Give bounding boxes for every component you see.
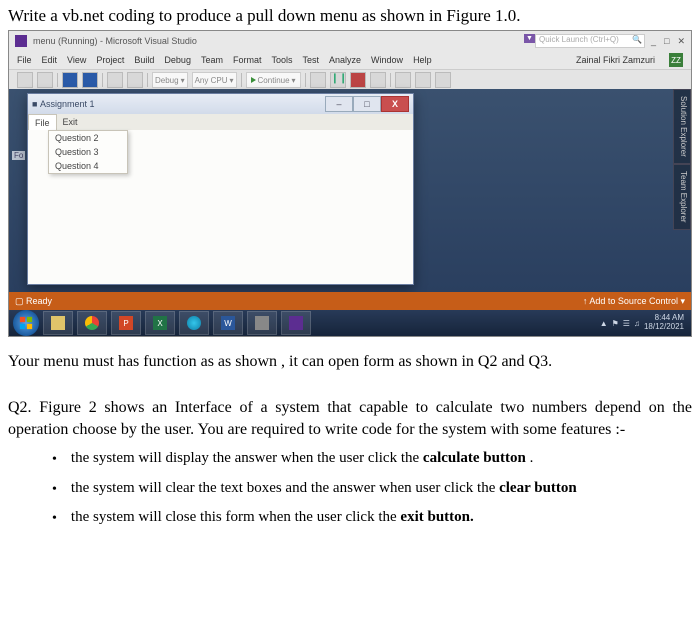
windows-taskbar: P X W ▲ ⚑ ☰ ♫ 8:44 AM 18/12/2021 xyxy=(9,310,691,336)
vs-title-bar: menu (Running) - Microsoft Visual Studio… xyxy=(9,31,691,51)
undo-icon[interactable] xyxy=(107,72,123,88)
close-icon[interactable]: ✕ xyxy=(677,36,685,47)
menu-file[interactable]: File xyxy=(17,55,32,65)
form-menu-file[interactable]: File xyxy=(28,114,57,131)
menu-view[interactable]: View xyxy=(67,55,86,65)
question-title: Write a vb.net coding to produce a pull … xyxy=(8,6,692,26)
form-maximize-icon[interactable]: □ xyxy=(353,96,381,112)
taskbar-app-edge[interactable] xyxy=(179,311,209,335)
bullet-icon: • xyxy=(52,480,57,500)
feature-item-1: • the system will display the answer whe… xyxy=(8,450,692,470)
tray-flag-icon[interactable]: ⚑ xyxy=(612,319,619,328)
vs-client-area: Fo ■ Assignment 1 – □ X File Exit Questi… xyxy=(9,89,691,292)
maximize-icon[interactable]: □ xyxy=(664,36,669,46)
taskbar-app-powerpoint[interactable]: P xyxy=(111,311,141,335)
feature-item-3: • the system will close this form when t… xyxy=(8,509,692,529)
taskbar-app-vs[interactable] xyxy=(281,311,311,335)
taskbar-clock[interactable]: 8:44 AM 18/12/2021 xyxy=(644,314,687,332)
dropdown-question2[interactable]: Question 2 xyxy=(49,131,127,145)
platform-dropdown[interactable]: Any CPU▾ xyxy=(192,72,237,88)
restart-icon[interactable] xyxy=(370,72,386,88)
vs-side-tab-well: Solution Explorer Team Explorer xyxy=(673,89,691,292)
feature-list: • the system will display the answer whe… xyxy=(8,450,692,529)
vs-menu-bar: File Edit View Project Build Debug Team … xyxy=(9,51,691,69)
form-menu-strip: File Exit xyxy=(28,114,413,131)
vs-status-bar: ▢ Ready ↑ Add to Source Control ▾ xyxy=(9,292,691,310)
form-menu-exit[interactable]: Exit xyxy=(57,114,84,130)
form-tag: Fo xyxy=(12,151,25,160)
menu-team[interactable]: Team xyxy=(201,55,223,65)
tray-volume-icon[interactable]: ♫ xyxy=(634,319,640,328)
taskbar-app-excel[interactable]: X xyxy=(145,311,175,335)
system-tray[interactable]: ▲ ⚑ ☰ ♫ xyxy=(600,319,640,328)
step-icon[interactable] xyxy=(310,72,326,88)
vs-toolbar: Debug▾ Any CPU▾ Continue▾ ❙❙ xyxy=(9,69,691,91)
vs-window-title: menu (Running) - Microsoft Visual Studio xyxy=(33,36,197,46)
user-badge[interactable]: ZZ xyxy=(669,53,683,67)
tray-chevron-icon[interactable]: ▲ xyxy=(600,319,608,328)
taskbar-app-explorer[interactable] xyxy=(43,311,73,335)
dropdown-question4[interactable]: Question 4 xyxy=(49,159,127,173)
taskbar-app-chrome[interactable] xyxy=(77,311,107,335)
instruction-line: Your menu must has function as as shown … xyxy=(8,353,692,371)
form-title-bar[interactable]: ■ Assignment 1 – □ X xyxy=(28,94,413,114)
pause-icon[interactable]: ❙❙ xyxy=(330,72,346,88)
nav-back-icon[interactable] xyxy=(17,72,33,88)
step-out-icon[interactable] xyxy=(435,72,451,88)
q2-paragraph: Q2. Figure 2 shows an Interface of a sys… xyxy=(8,397,692,440)
running-form-window: ■ Assignment 1 – □ X File Exit Question … xyxy=(27,93,414,285)
save-all-icon[interactable] xyxy=(82,72,98,88)
status-add-source[interactable]: ↑ Add to Source Control ▾ xyxy=(583,296,685,307)
play-icon xyxy=(251,77,256,83)
menu-build[interactable]: Build xyxy=(134,55,154,65)
quick-launch-placeholder: Quick Launch (Ctrl+Q) xyxy=(539,35,619,44)
solution-explorer-tab[interactable]: Solution Explorer xyxy=(673,89,691,164)
config-dropdown[interactable]: Debug▾ xyxy=(152,72,188,88)
clock-date: 18/12/2021 xyxy=(644,323,684,332)
menu-debug[interactable]: Debug xyxy=(164,55,191,65)
form-title-text: Assignment 1 xyxy=(40,99,95,109)
bullet-icon: • xyxy=(52,450,57,470)
step-over-icon[interactable] xyxy=(415,72,431,88)
start-button[interactable] xyxy=(13,310,39,336)
user-name[interactable]: Zainal Fikri Zamzuri xyxy=(576,55,655,65)
menu-window[interactable]: Window xyxy=(371,55,403,65)
taskbar-app-unknown[interactable] xyxy=(247,311,277,335)
feature-item-2: • the system will clear the text boxes a… xyxy=(8,480,692,500)
menu-project[interactable]: Project xyxy=(96,55,124,65)
search-icon: 🔍 xyxy=(632,35,642,44)
vs-logo-icon xyxy=(15,35,27,47)
stop-icon[interactable] xyxy=(350,72,366,88)
step-into-icon[interactable] xyxy=(395,72,411,88)
menu-help[interactable]: Help xyxy=(413,55,432,65)
continue-button[interactable]: Continue▾ xyxy=(246,72,301,88)
form-icon: ■ xyxy=(32,99,37,109)
save-icon[interactable] xyxy=(62,72,78,88)
dropdown-question3[interactable]: Question 3 xyxy=(49,145,127,159)
menu-edit[interactable]: Edit xyxy=(42,55,58,65)
form-close-icon[interactable]: X xyxy=(381,96,409,112)
menu-format[interactable]: Format xyxy=(233,55,262,65)
status-debug-icon: ▢ xyxy=(15,296,24,307)
team-explorer-tab[interactable]: Team Explorer xyxy=(673,164,691,230)
menu-test[interactable]: Test xyxy=(303,55,320,65)
menu-tools[interactable]: Tools xyxy=(271,55,292,65)
tray-network-icon[interactable]: ☰ xyxy=(623,319,630,328)
file-dropdown-menu: Question 2 Question 3 Question 4 xyxy=(48,130,128,174)
figure-screenshot: menu (Running) - Microsoft Visual Studio… xyxy=(8,30,692,337)
taskbar-app-word[interactable]: W xyxy=(213,311,243,335)
status-ready: Ready xyxy=(26,296,52,306)
nav-forward-icon[interactable] xyxy=(37,72,53,88)
menu-analyze[interactable]: Analyze xyxy=(329,55,361,65)
quick-launch-input[interactable]: Quick Launch (Ctrl+Q) 🔍 xyxy=(535,34,645,48)
minimize-icon[interactable]: _ xyxy=(651,36,656,46)
bullet-icon: • xyxy=(52,509,57,529)
redo-icon[interactable] xyxy=(127,72,143,88)
form-minimize-icon[interactable]: – xyxy=(325,96,353,112)
